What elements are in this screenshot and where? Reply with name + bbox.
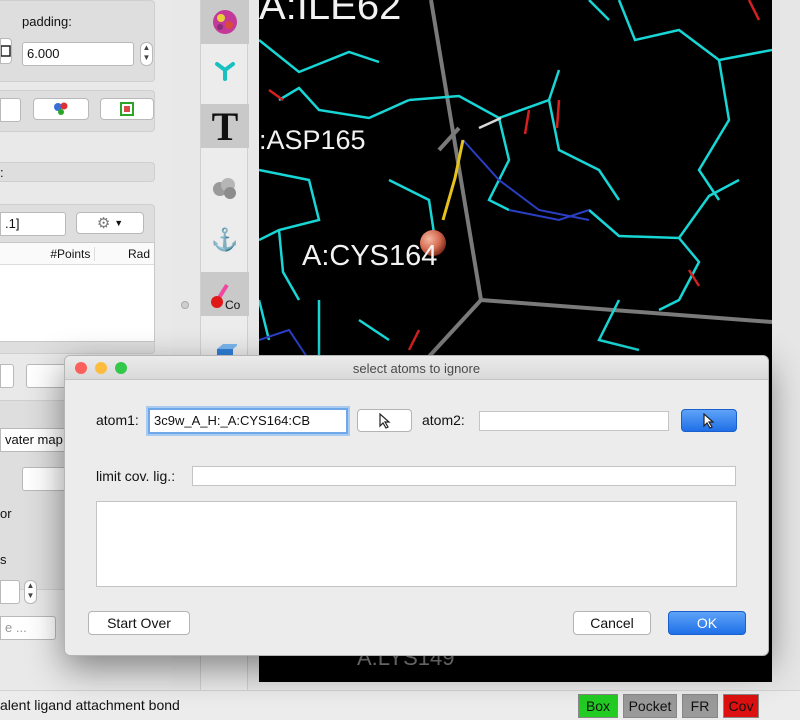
atom2-label: atom2: xyxy=(422,412,465,428)
start-over-button[interactable]: Start Over xyxy=(88,611,190,635)
ok-button[interactable]: OK xyxy=(668,611,746,635)
left-field-a[interactable] xyxy=(0,364,14,388)
gear-icon: ⚙ xyxy=(96,215,111,232)
water-value-field[interactable] xyxy=(22,467,66,491)
select-residue-button[interactable] xyxy=(33,98,89,120)
residue-label-asp: :ASP165 xyxy=(259,125,366,155)
anchor-icon: ⚓ xyxy=(211,227,239,252)
limit-cov-lig-label: limit cov. lig.: xyxy=(96,468,176,484)
grid-box-button[interactable] xyxy=(0,38,12,64)
right-edge-strip xyxy=(772,0,800,690)
table-header: #Points Rad xyxy=(0,243,154,265)
residue-input[interactable] xyxy=(0,98,21,122)
cov-toggle-button[interactable]: Cov xyxy=(723,694,759,718)
box-toggle-button[interactable]: Box xyxy=(578,694,618,718)
fr-toggle-button[interactable]: FR xyxy=(682,694,718,718)
tool-anchor[interactable]: ⚓ xyxy=(201,218,249,262)
or-label: or xyxy=(0,506,12,521)
status-bar: alent ligand attachment bond Box Pocket … xyxy=(0,690,800,720)
header-bar xyxy=(0,162,155,182)
atom1-input[interactable]: 3c9w_A_H:_A:CYS164:CB xyxy=(148,408,348,434)
column-header-radius[interactable]: Rad xyxy=(95,247,154,261)
range-input[interactable]: .1] xyxy=(0,212,66,236)
numeric-field[interactable] xyxy=(0,580,20,604)
atom2-input[interactable] xyxy=(479,411,669,431)
molecule-select-icon xyxy=(54,102,68,115)
tool-atoms[interactable] xyxy=(201,166,249,210)
tool-text[interactable]: T xyxy=(201,103,249,149)
molecule-icon xyxy=(213,10,237,34)
chevron-down-icon: ▼ xyxy=(114,218,124,228)
numeric-stepper[interactable]: ▲ ▼ xyxy=(24,580,37,604)
svg-text:Co: Co xyxy=(225,298,241,311)
text-tool-icon: T xyxy=(211,103,239,149)
padding-input[interactable]: 6.000 xyxy=(22,42,134,66)
s-label: s xyxy=(0,552,7,567)
atoms-icon xyxy=(213,178,236,199)
cancel-button[interactable]: Cancel xyxy=(573,611,651,635)
column-header-points[interactable]: #Points xyxy=(0,246,96,261)
pocket-toggle-button[interactable]: Pocket xyxy=(623,694,677,718)
select-atoms-dialog: select atoms to ignore atom1: 3c9w_A_H:_… xyxy=(64,355,769,656)
ignored-atoms-text-area[interactable] xyxy=(96,501,737,587)
pick-atom1-button[interactable] xyxy=(357,409,412,432)
cursor-arrow-icon xyxy=(703,412,715,429)
dialog-title: select atoms to ignore xyxy=(352,361,481,376)
pocket-button[interactable] xyxy=(100,98,154,120)
limit-cov-lig-input[interactable] xyxy=(192,466,736,486)
section-colon-label: : xyxy=(0,165,4,180)
pocket-icon xyxy=(120,102,134,116)
splitter-handle[interactable] xyxy=(181,301,189,309)
padding-label: padding: xyxy=(22,14,72,29)
tool-covalent[interactable]: Co xyxy=(201,272,249,316)
residue-label-top: A:ILE62 xyxy=(259,0,402,28)
left-field-b[interactable] xyxy=(26,364,66,388)
water-map-field[interactable]: vater map xyxy=(0,428,66,452)
status-message: alent ligand attachment bond xyxy=(0,697,180,713)
dialog-titlebar[interactable]: select atoms to ignore xyxy=(65,356,768,380)
settings-dropdown[interactable]: ⚙ ▼ xyxy=(76,212,144,234)
padding-stepper[interactable]: ▲ ▼ xyxy=(140,42,153,66)
browse-field[interactable]: e ... xyxy=(0,616,56,640)
fragment-icon xyxy=(215,62,235,81)
covalent-icon: Co xyxy=(211,283,241,311)
cursor-arrow-icon xyxy=(378,412,391,429)
tool-fragment[interactable] xyxy=(201,48,249,92)
pick-atom2-button[interactable] xyxy=(681,409,737,432)
grid-box-icon xyxy=(1,45,11,57)
tool-molecule[interactable] xyxy=(201,0,249,44)
points-table[interactable]: #Points Rad xyxy=(0,242,155,342)
padding-section xyxy=(0,0,155,82)
residue-label-cys: A:CYS164 xyxy=(302,240,438,272)
atom1-label: atom1: xyxy=(96,412,139,428)
